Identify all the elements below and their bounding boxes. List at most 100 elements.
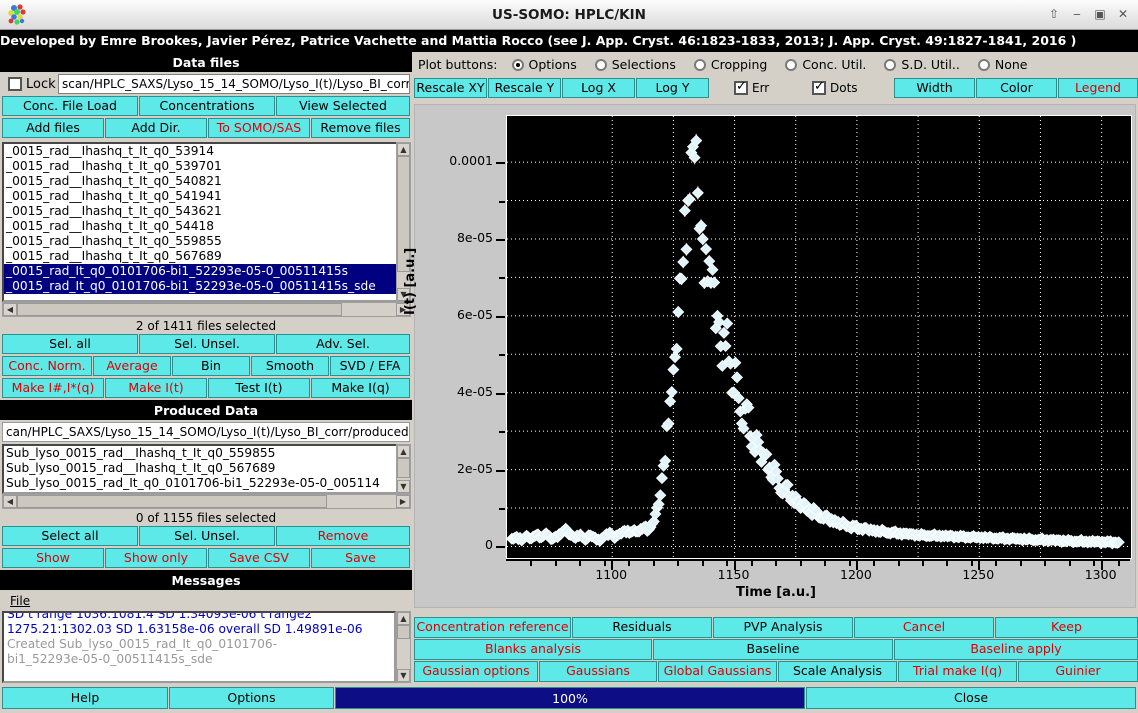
scale-analysis-button[interactable]: Scale Analysis (778, 661, 897, 682)
list-item[interactable]: _0015_rad_It_q0_0101706-bi1_52293e-05-0_… (4, 279, 396, 294)
radio-options[interactable] (512, 59, 524, 71)
select-all-button[interactable]: Select all (2, 526, 138, 546)
legend-button[interactable]: Legend (1058, 78, 1138, 98)
scroll-left-icon[interactable]: ◀ (3, 495, 17, 508)
dots-checkbox-group[interactable]: Dots (794, 78, 894, 98)
conc-file-load-button[interactable]: Conc. File Load (2, 96, 138, 116)
view-selected-button[interactable]: View Selected (276, 96, 410, 116)
concentration-reference-button[interactable]: Concentration reference (414, 617, 571, 638)
options-button[interactable]: Options (169, 687, 334, 709)
add-dir-button[interactable]: Add Dir. (105, 118, 207, 138)
scroll-thumb[interactable] (17, 495, 327, 508)
scroll-up-icon[interactable]: ▲ (397, 445, 410, 458)
radio-sd-util[interactable] (884, 59, 896, 71)
conc-norm-button[interactable]: Conc. Norm. (2, 356, 92, 376)
test-it-button[interactable]: Test I(t) (208, 378, 310, 398)
close-button-footer[interactable]: Close (806, 687, 1136, 709)
radio-selections[interactable] (595, 59, 607, 71)
list-item[interactable]: _0015_rad__Ihashq_t_It_q0_559855 (4, 234, 396, 249)
radio-none[interactable] (978, 59, 990, 71)
list-item[interactable]: _0015_rad__Ihashq_t_It_q0_54418 (4, 219, 396, 234)
scroll-up-icon[interactable]: ▲ (397, 143, 410, 156)
trial-make-iq-button[interactable]: Trial make I(q) (898, 661, 1017, 682)
plot-panel[interactable]: I(t) [a.u.] 02e-054e-056e-058e-050.0001 … (414, 104, 1136, 608)
produced-data-hscrollbar[interactable]: ◀ ▶ (2, 494, 411, 509)
sel-all-button[interactable]: Sel. all (2, 334, 138, 354)
concentrations-button[interactable]: Concentrations (139, 96, 275, 116)
list-item[interactable]: _0015_rad__Ihashq_t_It_q0_540821 (4, 174, 396, 189)
file-menu-item[interactable]: File (10, 594, 30, 608)
err-checkbox[interactable] (734, 81, 748, 95)
bin-button[interactable]: Bin (172, 356, 250, 376)
gaussian-options-button[interactable]: Gaussian options (414, 661, 538, 682)
list-item[interactable]: _0015_rad_It_q0_0101706-bi1_52293e-05-0_… (4, 264, 396, 279)
list-item[interactable]: _0015_rad__Ihashq_t_It_q0_543621 (4, 204, 396, 219)
produced-sel-unsel-button[interactable]: Sel. Unsel. (139, 526, 275, 546)
rescale-xy-button[interactable]: Rescale XY (414, 78, 487, 98)
maximize-button[interactable]: ▣ (1089, 3, 1111, 25)
remove-files-button[interactable]: Remove files (311, 118, 410, 138)
messages-output[interactable]: SD t range 1036:1081.4 SD 1.34093e-06 t … (2, 611, 396, 683)
list-item[interactable]: Sub_lyso_0015_rad__Ihashq_t_It_q0_559855 (4, 446, 396, 461)
lock-checkbox[interactable] (8, 77, 22, 91)
save-button[interactable]: Save (311, 548, 410, 568)
sel-unsel-button[interactable]: Sel. Unsel. (139, 334, 275, 354)
save-csv-button[interactable]: Save CSV (208, 548, 310, 568)
rescale-y-button[interactable]: Rescale Y (488, 78, 561, 98)
scroll-thumb[interactable] (17, 303, 342, 316)
err-checkbox-group[interactable]: Err (712, 78, 794, 98)
blanks-analysis-button[interactable]: Blanks analysis (414, 639, 652, 660)
produced-data-list[interactable]: Sub_lyso_0015_rad__Ihashq_t_It_q0_559855… (2, 444, 398, 494)
produced-data-path-input[interactable]: can/HPLC_SAXS/Lyso_15_14_SOMO/Lyso_I(t)/… (2, 422, 410, 442)
scroll-left-icon[interactable]: ◀ (3, 303, 17, 316)
pvp-analysis-button[interactable]: PVP Analysis (713, 617, 853, 638)
scroll-thumb[interactable] (397, 458, 410, 478)
messages-vscrollbar[interactable]: ▲ ▼ (396, 611, 411, 683)
close-button[interactable]: ✕ (1112, 3, 1134, 25)
list-item[interactable]: _0015_rad__Ihashq_t_It_q0_539701 (4, 159, 396, 174)
help-button[interactable]: Help (2, 687, 168, 709)
global-gaussians-button[interactable]: Global Gaussians (658, 661, 777, 682)
to-somo-sas-button[interactable]: To SOMO/SAS (208, 118, 310, 138)
log-y-button[interactable]: Log Y (636, 78, 709, 98)
smooth-button[interactable]: Smooth (251, 356, 329, 376)
remove-button[interactable]: Remove (276, 526, 410, 546)
scroll-down-icon[interactable]: ▼ (397, 669, 410, 682)
data-files-list[interactable]: _0015_rad__Ihashq_t_It_q0_53914_0015_rad… (2, 142, 398, 302)
color-button[interactable]: Color (976, 78, 1057, 98)
residuals-button[interactable]: Residuals (572, 617, 712, 638)
guinier-button[interactable]: Guinier (1018, 661, 1138, 682)
gaussians-button[interactable]: Gaussians (539, 661, 657, 682)
list-item[interactable]: _0015_rad__Ihashq_t_It_q0_53914 (4, 144, 396, 159)
minimize-button[interactable]: ‒ (1066, 3, 1088, 25)
make-it-button[interactable]: Make I(t) (105, 378, 207, 398)
scroll-thumb[interactable] (397, 625, 410, 639)
adv-sel-button[interactable]: Adv. Sel. (276, 334, 410, 354)
baseline-apply-button[interactable]: Baseline apply (894, 639, 1138, 660)
plot-buttons-radio-group[interactable]: Plot buttons: Options Selections Croppin… (418, 56, 1136, 73)
add-files-button[interactable]: Add files (2, 118, 104, 138)
list-item[interactable]: Sub_lyso_0015_rad__Ihashq_t_It_q0_567689 (4, 461, 396, 476)
produced-data-vscrollbar[interactable]: ▲ ▼ (396, 444, 411, 494)
baseline-button[interactable]: Baseline (653, 639, 893, 660)
scroll-up-icon[interactable]: ▲ (397, 612, 410, 625)
list-item[interactable]: _0015_rad__Ihashq_t_It_q0_541941 (4, 189, 396, 204)
scroll-down-icon[interactable]: ▼ (397, 480, 410, 493)
show-only-button[interactable]: Show only (105, 548, 207, 568)
messages-menubar[interactable]: File (2, 592, 418, 610)
show-button[interactable]: Show (2, 548, 104, 568)
make-iq-button[interactable]: Make I(q) (311, 378, 410, 398)
keep-button[interactable]: Keep (995, 617, 1138, 638)
plot-canvas[interactable] (506, 115, 1132, 559)
radio-cropping[interactable] (694, 59, 706, 71)
width-button[interactable]: Width (894, 78, 975, 98)
radio-conc-util[interactable] (785, 59, 797, 71)
svd-efa-button[interactable]: SVD / EFA (330, 356, 410, 376)
scroll-right-icon[interactable]: ▶ (396, 495, 410, 508)
dots-checkbox[interactable] (812, 81, 826, 95)
shade-button[interactable]: ⇧ (1043, 3, 1065, 25)
data-files-path-input[interactable]: scan/HPLC_SAXS/Lyso_15_14_SOMO/Lyso_I(t)… (58, 74, 410, 94)
data-files-hscrollbar[interactable]: ◀ ▶ (2, 302, 411, 317)
make-i-star-q-button[interactable]: Make I#,I*(q) (2, 378, 104, 398)
list-item[interactable]: _0015_rad__Ihashq_t_It_q0_567689 (4, 249, 396, 264)
